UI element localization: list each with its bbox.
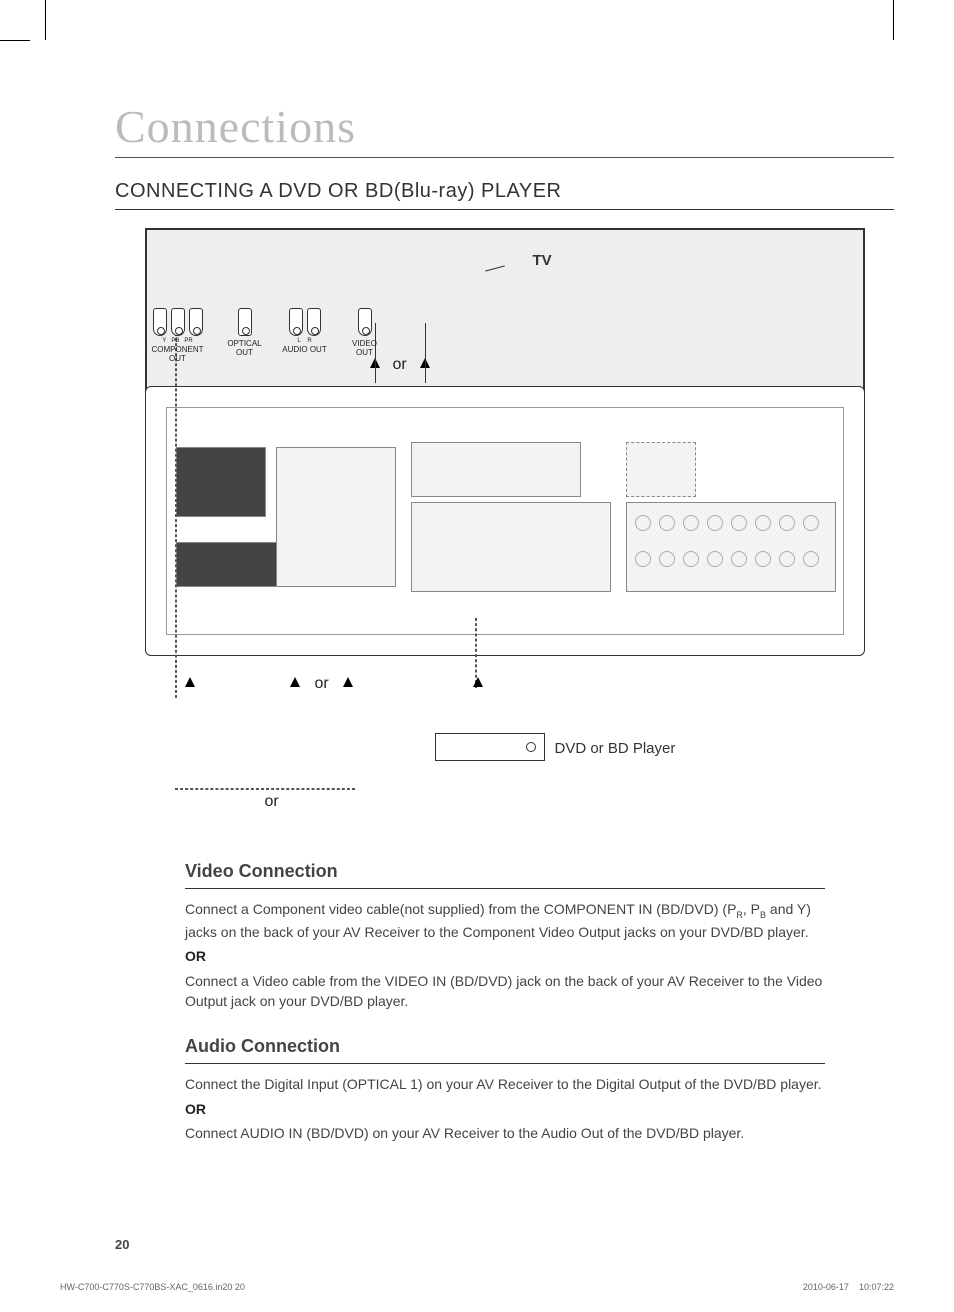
or-separator: OR: [185, 1099, 825, 1119]
port-group-video-out: VIDEO OUT: [345, 308, 385, 358]
video-paragraph-1: Connect a Component video cable(not supp…: [185, 899, 825, 942]
video-paragraph-2: Connect a Video cable from the VIDEO IN …: [185, 971, 825, 1012]
chapter-title: Connections: [115, 100, 894, 158]
port-group-component-out: Y PB PR COMPONENT OUT: [145, 308, 211, 364]
page-number: 20: [115, 1237, 129, 1252]
or-separator: OR: [185, 946, 825, 966]
footer-date: 2010-06-17: [803, 1282, 849, 1292]
or-label-2: or: [315, 675, 329, 693]
port-group-audio-out: L R AUDIO OUT: [280, 308, 330, 355]
or-label-1: or: [393, 356, 407, 374]
audio-paragraph-1: Connect the Digital Input (OPTICAL 1) on…: [185, 1074, 825, 1094]
tv-icon: [145, 228, 255, 308]
or-label-3: or: [265, 793, 279, 811]
arrow-up-icon: [185, 677, 195, 687]
section-title: CONNECTING A DVD OR BD(Blu-ray) PLAYER: [115, 180, 894, 210]
dvd-bd-player-icon: [435, 733, 545, 761]
arrow-up-icon: [473, 677, 483, 687]
av-receiver-rear-panel: [145, 386, 865, 656]
body-text: Video Connection Connect a Component vid…: [185, 858, 825, 1143]
arrow-up-icon: [343, 677, 353, 687]
audio-paragraph-2: Connect AUDIO IN (BD/DVD) on your AV Rec…: [185, 1123, 825, 1143]
footer-time: 10:07:22: [859, 1282, 894, 1292]
arrow-up-icon: [290, 677, 300, 687]
label-dvd-bd-player: DVD or BD Player: [555, 740, 676, 757]
footer-filename: HW-C700-C770S-C770BS-XAC_0616.in20 20: [60, 1282, 245, 1292]
heading-video-connection: Video Connection: [185, 858, 825, 889]
heading-audio-connection: Audio Connection: [185, 1033, 825, 1064]
port-group-optical-out: OPTICAL OUT: [225, 308, 265, 358]
footer: HW-C700-C770S-C770BS-XAC_0616.in20 20 20…: [60, 1282, 894, 1292]
manual-page: Connections CONNECTING A DVD OR BD(Blu-r…: [0, 0, 954, 1312]
label-tv: TV: [533, 252, 552, 269]
connection-diagram: COMPONENT IN VIDEO IN Y PB PR TV or: [145, 228, 865, 818]
